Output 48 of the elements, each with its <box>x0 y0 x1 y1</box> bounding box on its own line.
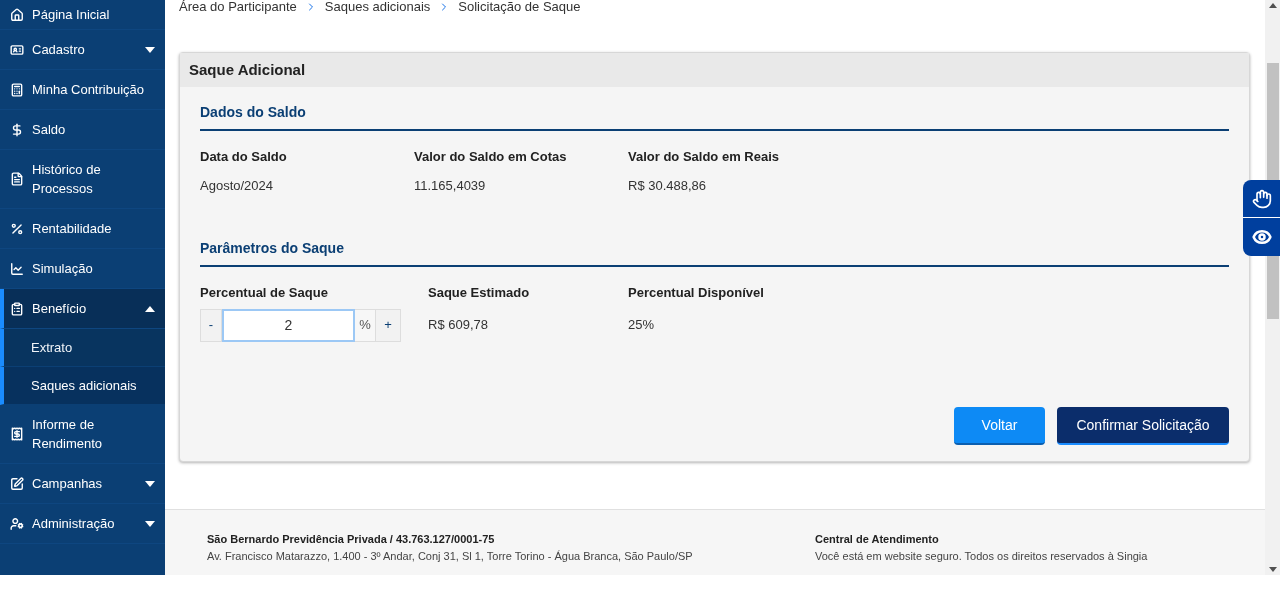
footer-text: Você está em website seguro. Todos os direitos reservados à Singia <box>815 548 1149 564</box>
sidebar-item[interactable]: Benefício <box>0 289 165 329</box>
field-value: R$ 30.488,86 <box>628 176 708 195</box>
caret-icon <box>145 520 155 527</box>
increment-button[interactable]: + <box>375 308 401 342</box>
submenu-item[interactable]: Saques adicionais <box>0 367 165 405</box>
breadcrumb-link[interactable]: Saques adicionais <box>324 0 431 17</box>
up-arrow-icon[interactable] <box>1268 3 1277 8</box>
back-button[interactable]: Voltar <box>954 407 1045 445</box>
field-label: Data do Saldo <box>200 148 288 166</box>
field-value: 25% <box>628 315 656 334</box>
hand-icon <box>1251 188 1272 209</box>
section-heading: Parâmetros do Saque <box>200 238 1229 267</box>
field-label: Percentual de Saque <box>200 284 329 302</box>
confirm-button[interactable]: Confirmar Solicitação <box>1057 407 1229 445</box>
footer-title: São Bernardo Previdência Privada / 43.763.127/0001-75 <box>207 532 496 547</box>
line-chart-icon <box>10 261 24 276</box>
breadcrumb-link[interactable]: Área do Participante <box>179 0 297 17</box>
id-card-icon <box>10 42 24 57</box>
pen-square-icon <box>10 476 24 491</box>
receipt-icon <box>10 427 24 441</box>
house-icon <box>10 7 24 22</box>
field-label: Valor do Saldo em Reais <box>628 148 780 166</box>
field-label: Valor do Saldo em Cotas <box>414 148 568 166</box>
user-gear-icon <box>10 516 24 531</box>
field-value: 11.165,4039 <box>414 176 487 195</box>
section-heading: Dados do Saldo <box>200 102 1229 131</box>
caret-icon <box>145 480 155 487</box>
percent-icon <box>10 221 24 236</box>
field-value: Agosto/2024 <box>200 176 274 195</box>
field-label: Saque Estimado <box>428 284 531 302</box>
document-icon <box>10 172 24 186</box>
field-label: Percentual Disponível <box>628 284 765 302</box>
unit-label: % <box>355 308 375 342</box>
percent-input[interactable]: 2 <box>222 308 355 342</box>
decrement-button[interactable]: - <box>200 308 222 342</box>
caret-icon <box>145 46 155 53</box>
eye-icon <box>1251 227 1272 247</box>
calculator-icon <box>10 82 24 97</box>
field-value: R$ 609,78 <box>428 315 489 334</box>
down-arrow-icon[interactable] <box>1268 567 1277 572</box>
submenu-item[interactable]: Extrato <box>0 329 165 367</box>
dollar-icon <box>10 122 24 137</box>
footer-title: Central de Atendimento <box>815 532 940 547</box>
caret-icon <box>145 305 155 312</box>
card-title: Saque Adicional <box>180 53 1249 87</box>
footer-text: Av. Francisco Matarazzo, 1.400 - 3º Andar, Conj 31, Sl 1, Torre Torino - Água Branca, São Paulo/SP <box>207 548 694 564</box>
clipboard-icon <box>10 301 24 316</box>
